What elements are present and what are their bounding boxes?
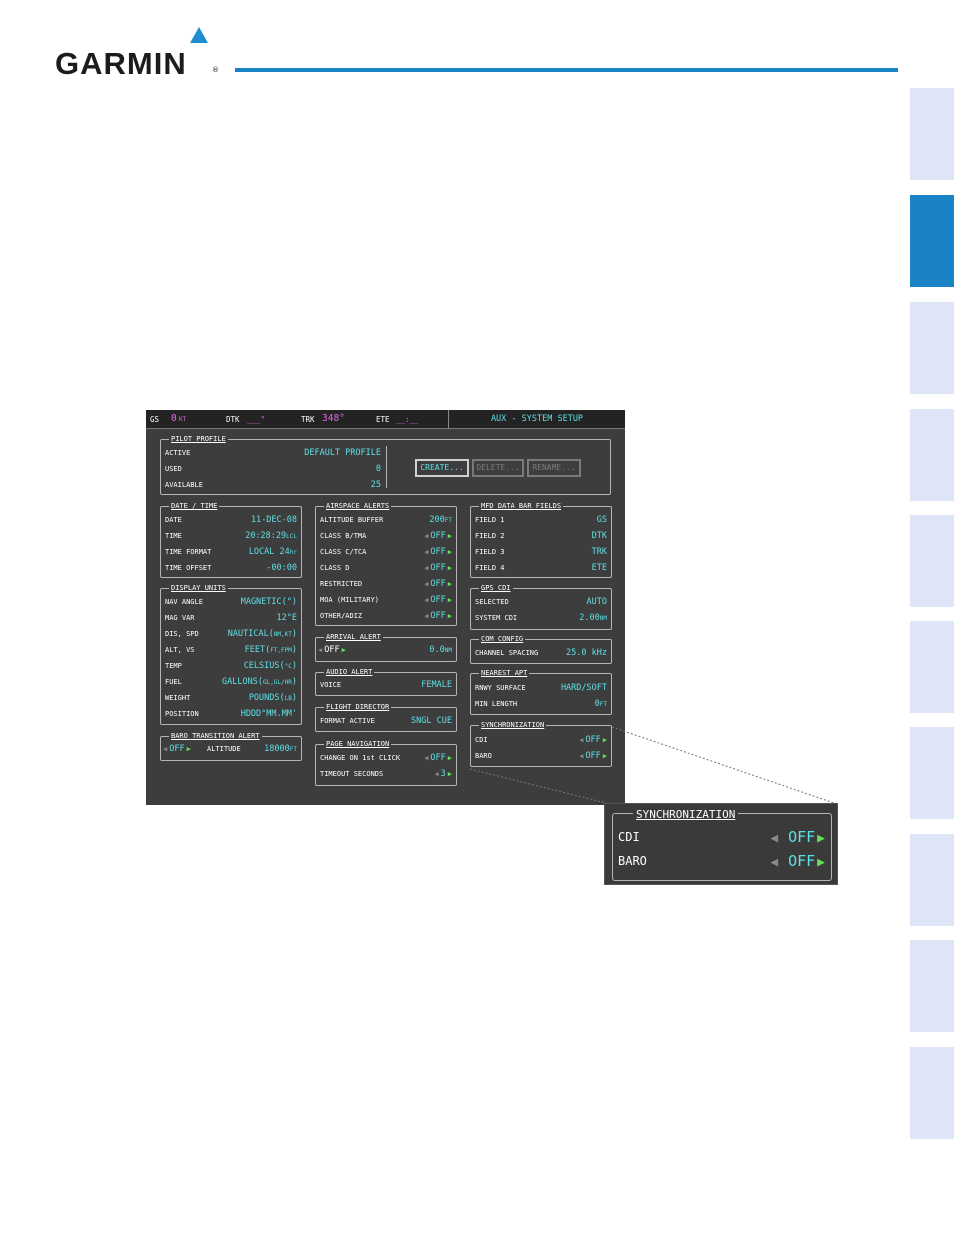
- inset-baro-label: BARO: [618, 854, 647, 868]
- inset-cdi-toggle[interactable]: ◀ OFF ▶: [770, 826, 825, 850]
- inset-cdi-row: CDI ◀ OFF ▶: [618, 826, 825, 848]
- inset-baro-toggle[interactable]: ◀ OFF ▶: [770, 850, 825, 874]
- leader-line-bottom: [469, 768, 607, 804]
- inset-cdi-label: CDI: [618, 830, 640, 844]
- inset-box: SYNCHRONIZATION CDI ◀ OFF ▶ BARO ◀ OFF ▶: [612, 808, 832, 881]
- synchronization-inset: SYNCHRONIZATION CDI ◀ OFF ▶ BARO ◀ OFF ▶: [604, 803, 838, 885]
- callout-leader-lines: [469, 726, 835, 804]
- inset-title: SYNCHRONIZATION: [633, 808, 739, 822]
- leader-line-top: [611, 726, 835, 804]
- right-arrow-icon: ▶: [817, 855, 825, 870]
- right-arrow-icon: ▶: [817, 831, 825, 846]
- left-arrow-icon: ◀: [770, 855, 787, 870]
- inset-baro-row: BARO ◀ OFF ▶: [618, 850, 825, 872]
- left-arrow-icon: ◀: [770, 831, 787, 846]
